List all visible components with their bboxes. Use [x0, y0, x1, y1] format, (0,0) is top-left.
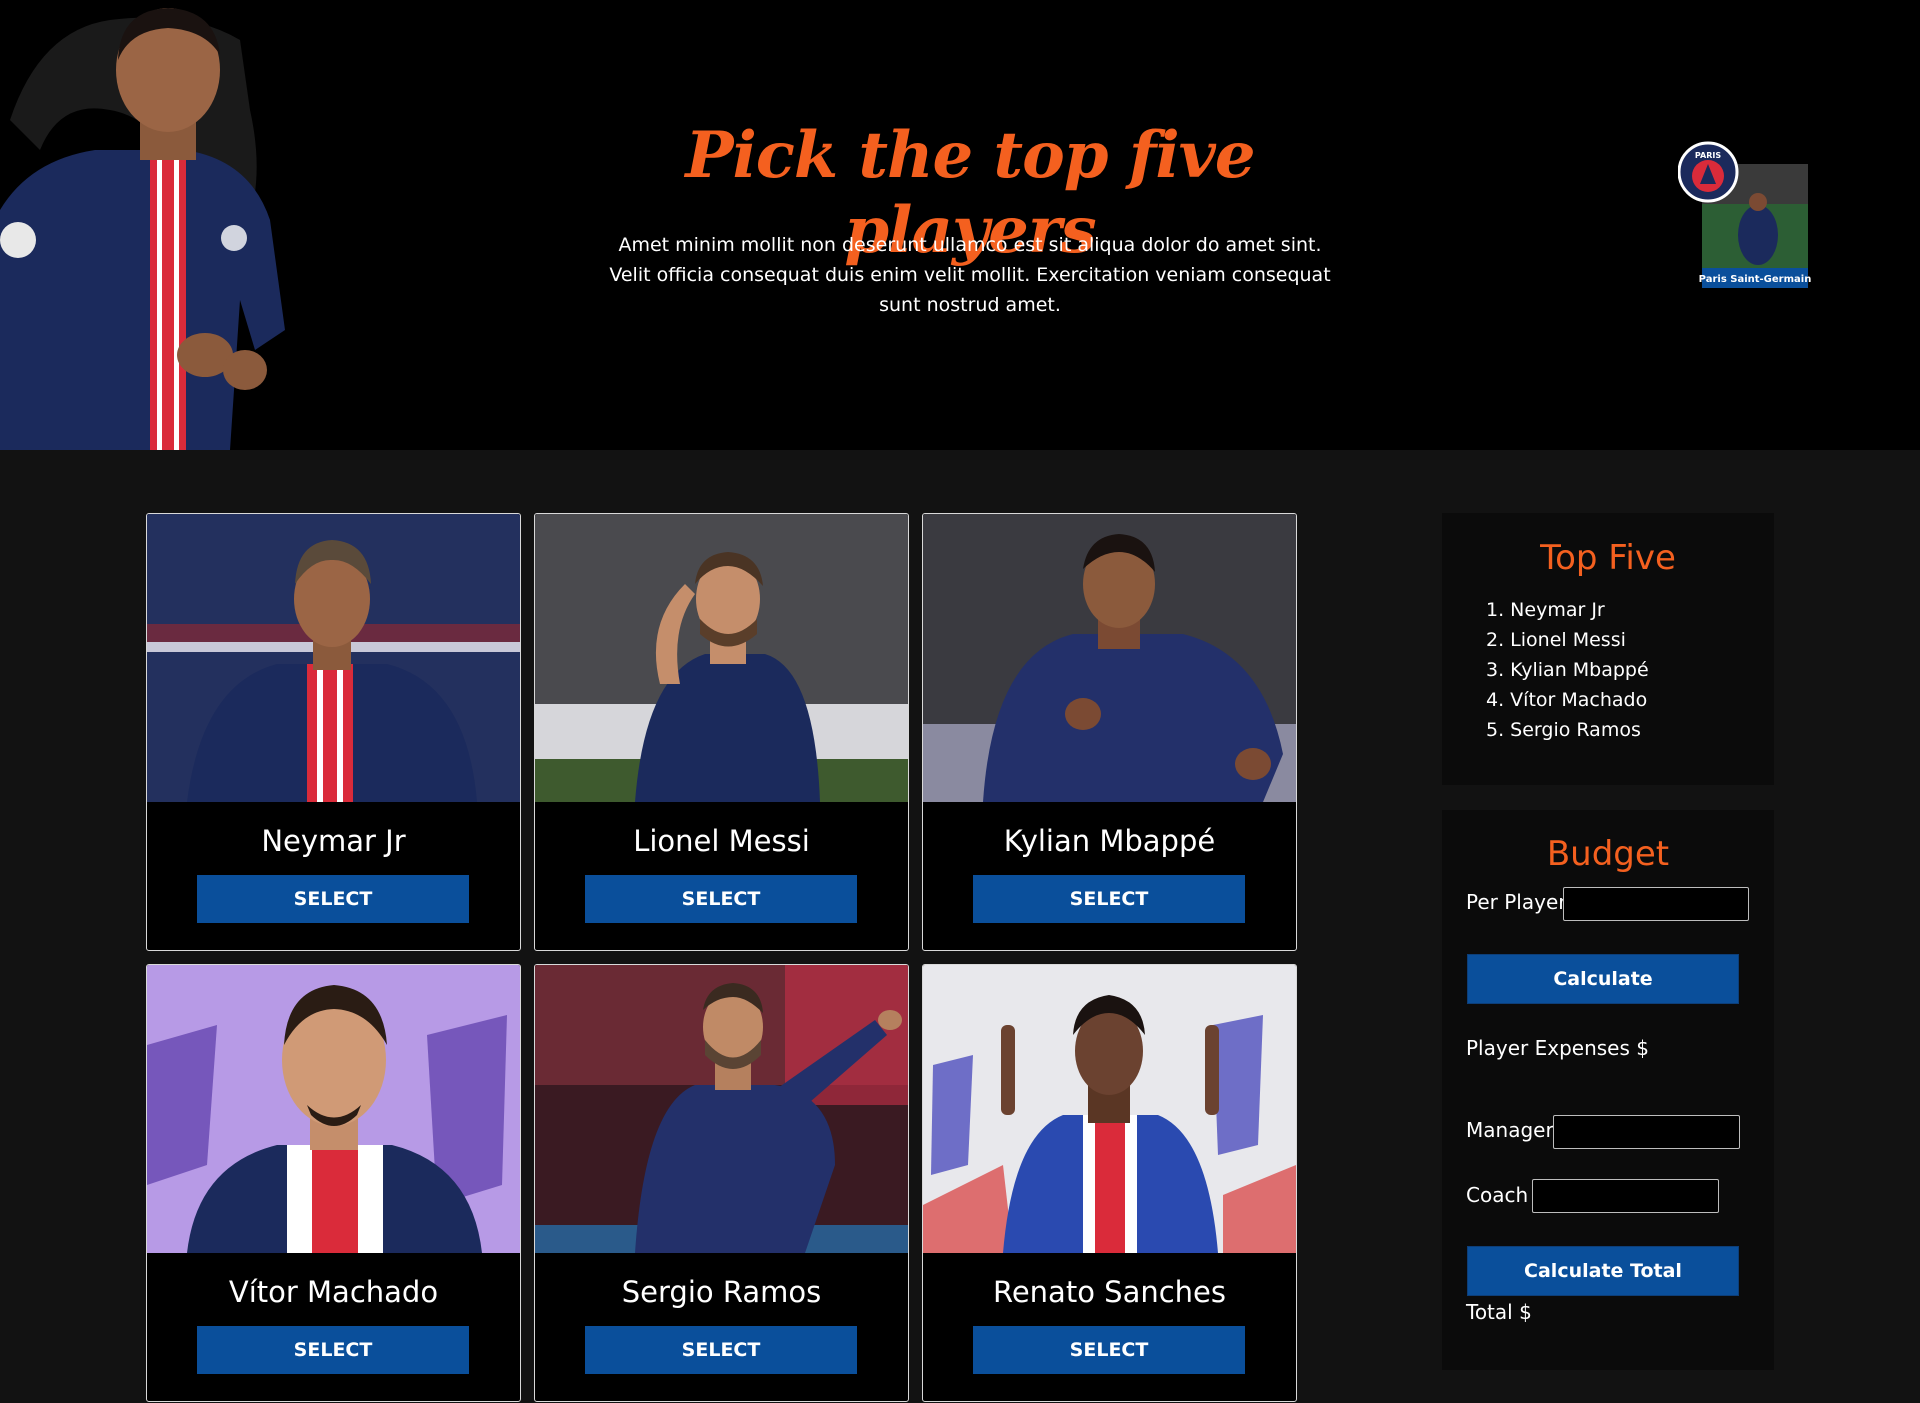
total-label: Total $: [1466, 1300, 1532, 1324]
top-five-list: 1. Neymar Jr 2. Lionel Messi 3. Kylian M…: [1486, 595, 1649, 745]
player-card: Neymar Jr SELECT: [146, 513, 521, 951]
player-photo: [535, 965, 908, 1253]
psg-crest-text: PARIS: [1695, 151, 1721, 160]
player-card: Lionel Messi SELECT: [534, 513, 909, 951]
select-button[interactable]: SELECT: [585, 875, 857, 923]
player-name: Kylian Mbappé: [1003, 824, 1216, 858]
player-name: Renato Sanches: [992, 1275, 1226, 1309]
select-button[interactable]: SELECT: [197, 875, 469, 923]
top-five-title: Top Five: [1540, 538, 1676, 578]
player-name: Lionel Messi: [633, 824, 810, 858]
calculate-total-button[interactable]: Calculate Total: [1467, 1246, 1739, 1296]
player-name: Neymar Jr: [261, 824, 406, 858]
budget-panel: Budget Per Player Calculate Player Expen…: [1442, 810, 1774, 1370]
list-item: 2. Lionel Messi: [1486, 629, 1626, 651]
budget-title: Budget: [1546, 834, 1670, 874]
list-item: 4. Vítor Machado: [1486, 689, 1648, 711]
coach-label: Coach: [1466, 1183, 1529, 1207]
player-card: Kylian Mbappé SELECT: [922, 513, 1297, 951]
coach-input[interactable]: [1532, 1179, 1719, 1213]
manager-input[interactable]: [1553, 1115, 1740, 1149]
manager-label: Manager: [1466, 1118, 1554, 1142]
select-button[interactable]: SELECT: [973, 875, 1245, 923]
player-card: Renato Sanches SELECT: [922, 964, 1297, 1402]
player-photo: [535, 514, 908, 802]
select-button[interactable]: SELECT: [585, 1326, 857, 1374]
list-item: 5. Sergio Ramos: [1486, 719, 1641, 741]
player-name: Sergio Ramos: [621, 1275, 822, 1309]
player-name: Vítor Machado: [228, 1275, 439, 1309]
list-item: 3. Kylian Mbappé: [1486, 659, 1649, 681]
player-card: Sergio Ramos SELECT: [534, 964, 909, 1402]
list-item: 1. Neymar Jr: [1486, 599, 1605, 621]
per-player-input[interactable]: [1563, 887, 1749, 921]
psg-badge-image: Paris Saint-Germain PARIS: [1677, 140, 1812, 292]
psg-badge-text: Paris Saint-Germain: [1699, 274, 1812, 285]
player-photo: [923, 514, 1296, 802]
top-five-panel: Top Five 1. Neymar Jr 2. Lionel Messi 3.…: [1442, 513, 1774, 785]
player-expenses-label: Player Expenses $: [1466, 1036, 1649, 1060]
player-card: Vítor Machado SELECT: [146, 964, 521, 1402]
player-photo: [147, 514, 520, 802]
page-description: Amet minim mollit non deserunt ullamco e…: [609, 234, 1331, 316]
per-player-label: Per Player: [1466, 890, 1567, 914]
select-button[interactable]: SELECT: [197, 1326, 469, 1374]
select-button[interactable]: SELECT: [973, 1326, 1245, 1374]
player-photo: [147, 965, 520, 1253]
hero-banner: Pick the top five players Amet minim mol…: [0, 0, 1920, 450]
calculate-button[interactable]: Calculate: [1467, 954, 1739, 1004]
player-photo: [923, 965, 1296, 1253]
hero-player-image: [0, 8, 285, 450]
